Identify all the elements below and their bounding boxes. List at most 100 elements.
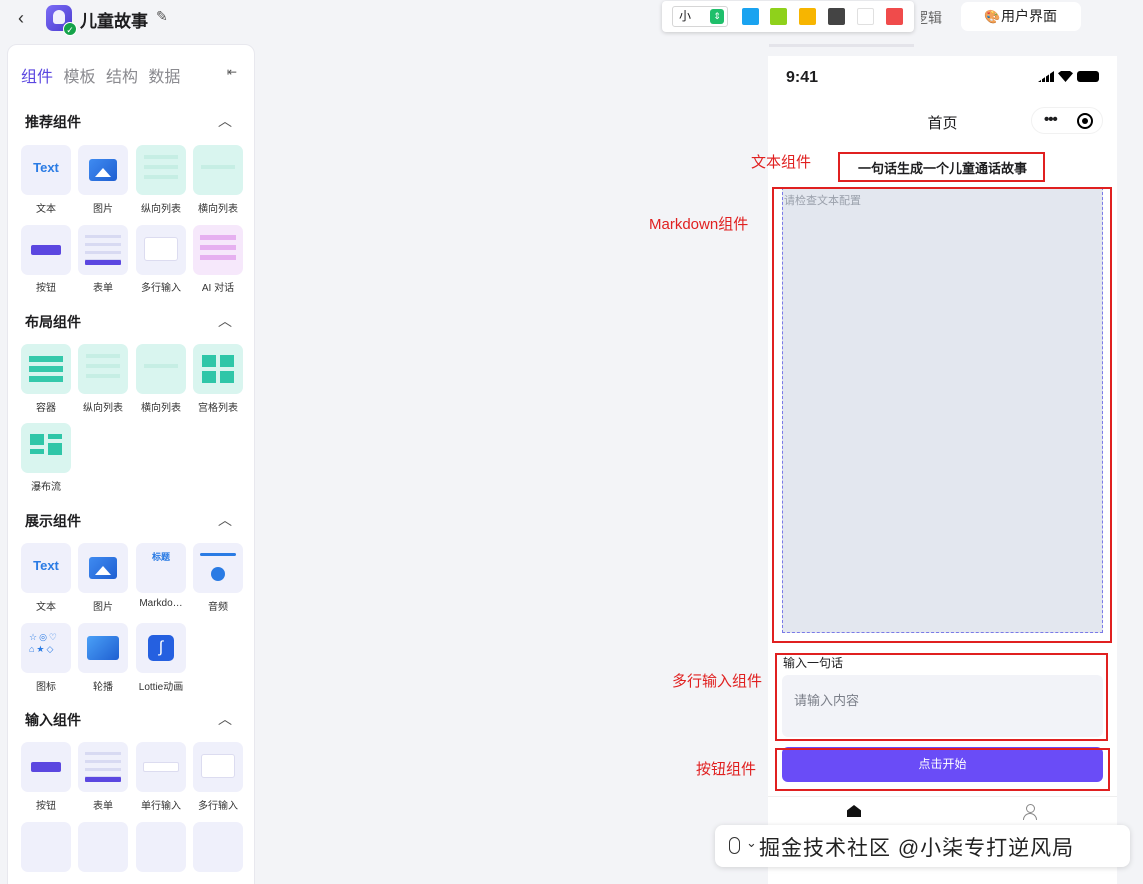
- font-size-select[interactable]: 小 ⇕: [672, 6, 728, 27]
- tile-text[interactable]: Text: [21, 145, 71, 195]
- more-dots-icon[interactable]: •••: [1044, 111, 1058, 128]
- tile-label: 宫格列表: [198, 403, 238, 414]
- tile-input-more[interactable]: [21, 822, 71, 872]
- home-icon[interactable]: [847, 805, 861, 817]
- tile-input-more[interactable]: [136, 822, 186, 872]
- tile-text[interactable]: Text: [21, 543, 71, 593]
- panel-tabs: 组件 模板 结构 数据: [21, 63, 186, 87]
- tile-label: 音频: [208, 602, 228, 613]
- image-icon: [89, 159, 117, 181]
- chevron-up-icon[interactable]: ︿: [218, 510, 232, 530]
- color-swatch-white[interactable]: [857, 8, 874, 25]
- status-time: 9:41: [786, 69, 819, 86]
- tile-image[interactable]: [78, 543, 128, 593]
- tile-vertical-list[interactable]: [78, 344, 128, 394]
- tile-label: AI 对话: [201, 283, 235, 294]
- battery-icon: [1077, 71, 1099, 82]
- mini-program-capsule[interactable]: •••: [1031, 107, 1103, 134]
- app-title: 儿童故事: [80, 12, 148, 31]
- tile-label: 多行输入: [198, 801, 238, 812]
- tile-multiline-input[interactable]: [193, 742, 243, 792]
- tab-components[interactable]: 组件: [21, 69, 53, 86]
- tile-waterfall[interactable]: [21, 423, 71, 473]
- image-icon: [89, 557, 117, 579]
- tile-grid-list[interactable]: [193, 344, 243, 394]
- tile-label: 按钮: [36, 801, 56, 812]
- tab-user-interface-label: 用户界面: [1001, 8, 1057, 24]
- tile-input-more[interactable]: [193, 822, 243, 872]
- canvas-scroll-indicator: [769, 44, 914, 47]
- tile-icon[interactable]: ☆◎♡ ⌂★◇: [21, 623, 71, 673]
- color-swatch-red[interactable]: [886, 8, 903, 25]
- chevron-up-icon[interactable]: ︿: [218, 311, 232, 331]
- edit-icon[interactable]: ✎: [156, 8, 168, 25]
- signal-icon: [1038, 71, 1054, 82]
- tab-data[interactable]: 数据: [148, 69, 180, 86]
- user-icon[interactable]: [1023, 804, 1037, 820]
- tile-label: 图标: [36, 682, 56, 693]
- color-swatch-blue[interactable]: [742, 8, 759, 25]
- tile-button[interactable]: [21, 742, 71, 792]
- section-title-input: 输入组件: [25, 712, 81, 728]
- tile-label: 横向列表: [198, 204, 238, 215]
- tab-logic[interactable]: 逻辑: [921, 8, 942, 28]
- tile-label: 纵向列表: [83, 403, 123, 414]
- tile-horizontal-list[interactable]: [193, 145, 243, 195]
- chevron-up-icon[interactable]: ︿: [218, 111, 232, 131]
- annotation-box-text: [838, 152, 1045, 182]
- tile-label: Markdo…: [139, 598, 183, 609]
- tile-container[interactable]: [21, 344, 71, 394]
- tile-carousel[interactable]: [78, 623, 128, 673]
- annotation-box-multiline: [775, 653, 1108, 741]
- annotation-markdown: Markdown组件: [649, 216, 749, 233]
- tile-single-input[interactable]: [136, 742, 186, 792]
- annotation-text: 文本组件: [751, 154, 812, 171]
- tile-multiline-input[interactable]: [136, 225, 186, 275]
- top-bar: ‹ ✓ 儿童故事 ✎ 小 ⇕ 逻辑 🎨 用户界面: [0, 0, 1143, 44]
- tile-label: 轮播: [93, 682, 113, 693]
- tile-label: 文本: [36, 204, 56, 215]
- annotation-multiline: 多行输入组件: [672, 673, 763, 690]
- annotation-box-markdown: [772, 187, 1112, 643]
- tile-label: 纵向列表: [141, 204, 181, 215]
- palette-icon: 🎨: [984, 9, 1001, 24]
- color-swatch-green[interactable]: [770, 8, 787, 25]
- tile-vertical-list[interactable]: [136, 145, 186, 195]
- tile-ai-chat[interactable]: [193, 225, 243, 275]
- select-arrows-icon: ⇕: [710, 9, 724, 24]
- tile-label: 表单: [93, 801, 113, 812]
- app-avatar: ✓: [46, 5, 77, 36]
- color-swatch-dark-gray[interactable]: [828, 8, 845, 25]
- text-style-toolbar: 小 ⇕: [662, 1, 914, 32]
- tile-horizontal-list[interactable]: [136, 344, 186, 394]
- component-panel: 组件 模板 结构 数据 ⇤ 推荐组件 ︿ Text 文本 图片 纵向列表 横向列…: [7, 44, 255, 884]
- tab-templates[interactable]: 模板: [63, 69, 95, 86]
- tile-image[interactable]: [78, 145, 128, 195]
- collapse-panel-icon[interactable]: ⇤: [227, 65, 237, 79]
- color-swatch-yellow[interactable]: [799, 8, 816, 25]
- tile-input-more[interactable]: [78, 822, 128, 872]
- close-target-icon[interactable]: [1077, 113, 1093, 129]
- tile-label: 表单: [93, 283, 113, 294]
- annotation-button: 按钮组件: [696, 761, 757, 778]
- tab-bar-divider: [768, 796, 1117, 797]
- tab-structure[interactable]: 结构: [106, 69, 138, 86]
- wifi-icon: [1058, 71, 1073, 82]
- verified-check-icon: ✓: [63, 22, 77, 36]
- tile-lottie[interactable]: ∫: [136, 623, 186, 673]
- back-chevron-icon[interactable]: ‹: [18, 8, 24, 29]
- watermark-bar: ⌄ 掘金技术社区 @小柒专打逆风局: [715, 825, 1130, 867]
- tile-label: 多行输入: [141, 283, 181, 294]
- watermark-text: 掘金技术社区 @小柒专打逆风局: [759, 837, 1075, 860]
- tab-user-interface[interactable]: 🎨 用户界面: [961, 2, 1081, 31]
- tile-markdown[interactable]: 标题: [136, 543, 186, 593]
- tile-button[interactable]: [21, 225, 71, 275]
- icons-grid-icon: ☆◎♡ ⌂★◇: [29, 632, 59, 654]
- tile-form[interactable]: [78, 742, 128, 792]
- tile-label: 图片: [93, 204, 113, 215]
- tile-audio[interactable]: [193, 543, 243, 593]
- play-icon: [211, 567, 225, 581]
- status-icons: [1038, 70, 1099, 85]
- chevron-up-icon[interactable]: ︿: [218, 709, 232, 729]
- tile-form[interactable]: [78, 225, 128, 275]
